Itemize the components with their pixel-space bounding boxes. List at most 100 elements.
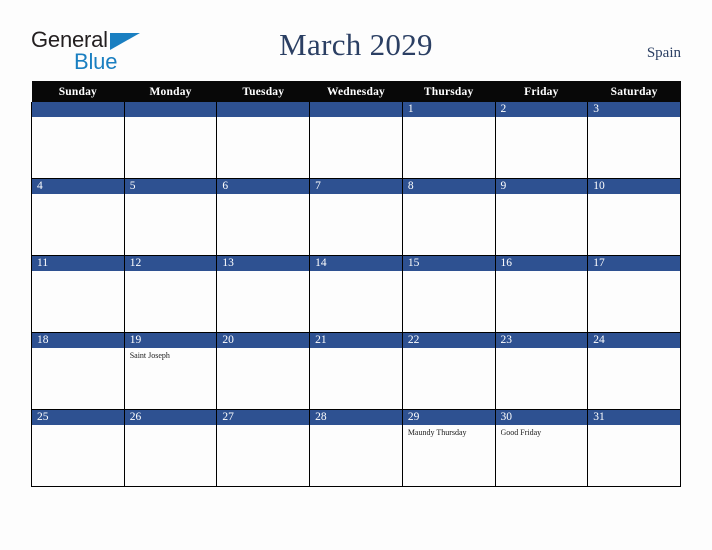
weekday-header-sunday: Sunday bbox=[31, 81, 125, 102]
day-number: 26 bbox=[124, 410, 217, 425]
day-number: 31 bbox=[588, 410, 680, 425]
calendar-day-cell[interactable]: 14 bbox=[309, 255, 403, 333]
day-number: 3 bbox=[588, 102, 680, 117]
day-number bbox=[32, 102, 124, 117]
day-number bbox=[124, 102, 217, 117]
calendar-day-cell[interactable]: 30 Good Friday bbox=[494, 409, 589, 487]
calendar-day-cell[interactable]: 24 bbox=[587, 332, 681, 410]
calendar-day-cell[interactable]: 11 bbox=[31, 255, 125, 333]
weekday-header-wednesday: Wednesday bbox=[309, 81, 403, 102]
country-label: Spain bbox=[646, 45, 681, 61]
day-number: 22 bbox=[402, 333, 495, 348]
day-events bbox=[588, 348, 680, 351]
day-number: 7 bbox=[310, 179, 402, 194]
day-events bbox=[403, 348, 495, 351]
calendar-day-cell[interactable]: 6 bbox=[216, 178, 311, 256]
holiday-label: Good Friday bbox=[500, 428, 542, 437]
calendar-day-cell[interactable]: 27 bbox=[216, 409, 311, 487]
day-events: Saint Joseph bbox=[125, 348, 217, 361]
calendar-day-cell[interactable]: 1 bbox=[401, 102, 496, 179]
day-number: 13 bbox=[217, 256, 310, 271]
page-header: General Blue March 2029 Spain bbox=[0, 0, 712, 81]
day-number: 25 bbox=[32, 410, 124, 425]
day-events: Maundy Thursday bbox=[403, 425, 495, 438]
day-number: 9 bbox=[495, 179, 588, 194]
day-events bbox=[496, 348, 588, 351]
day-events bbox=[32, 348, 124, 351]
calendar-day-cell[interactable]: 25 bbox=[31, 409, 125, 487]
day-events bbox=[32, 271, 124, 274]
weekday-header-thursday: Thursday bbox=[402, 81, 496, 102]
day-number: 20 bbox=[217, 333, 310, 348]
calendar-day-cell[interactable]: 19 Saint Joseph bbox=[123, 332, 218, 410]
calendar-day-cell[interactable]: 28 bbox=[309, 409, 403, 487]
calendar-day-cell[interactable]: 12 bbox=[123, 255, 218, 333]
day-number: 15 bbox=[402, 256, 495, 271]
calendar-day-cell[interactable]: 7 bbox=[309, 178, 403, 256]
day-number: 19 bbox=[124, 333, 217, 348]
weekday-header-monday: Monday bbox=[124, 81, 217, 102]
day-number: 30 bbox=[495, 410, 588, 425]
day-events bbox=[125, 117, 217, 120]
calendar-day-cell[interactable]: 31 bbox=[587, 409, 681, 487]
day-number: 11 bbox=[32, 256, 124, 271]
day-events bbox=[588, 271, 680, 274]
day-events bbox=[310, 348, 402, 351]
calendar-day-cell[interactable]: 4 bbox=[31, 178, 125, 256]
page-title: March 2029 bbox=[279, 27, 433, 62]
day-events bbox=[217, 117, 309, 120]
calendar-day-cell[interactable]: 21 bbox=[309, 332, 403, 410]
calendar-day-cell[interactable]: 5 bbox=[123, 178, 218, 256]
calendar-day-cell[interactable]: 9 bbox=[494, 178, 589, 256]
calendar-empty-cell[interactable] bbox=[123, 102, 218, 179]
calendar-day-cell[interactable]: 26 bbox=[123, 409, 218, 487]
day-events bbox=[32, 117, 124, 120]
calendar-week-row: 18 19 Saint Joseph 20 21 22 23 24 bbox=[31, 332, 681, 410]
day-events bbox=[217, 348, 309, 351]
day-number: 18 bbox=[32, 333, 124, 348]
calendar-day-cell[interactable]: 15 bbox=[401, 255, 496, 333]
day-events bbox=[496, 194, 588, 197]
day-number: 29 bbox=[402, 410, 495, 425]
day-number: 23 bbox=[495, 333, 588, 348]
day-number: 21 bbox=[310, 333, 402, 348]
day-events bbox=[403, 117, 495, 120]
calendar-day-cell[interactable]: 29 Maundy Thursday bbox=[401, 409, 496, 487]
calendar-empty-cell[interactable] bbox=[31, 102, 125, 179]
day-events: Good Friday bbox=[496, 425, 588, 438]
calendar-empty-cell[interactable] bbox=[216, 102, 311, 179]
calendar-day-cell[interactable]: 17 bbox=[587, 255, 681, 333]
weekday-header-saturday: Saturday bbox=[587, 81, 681, 102]
day-events bbox=[310, 194, 402, 197]
day-events bbox=[588, 117, 680, 120]
calendar-body: 1 2 3 4 5 6 7 8 9 10 11 12 13 14 15 16 17 18 19 Saint Josep… bbox=[31, 102, 681, 487]
calendar-week-row: 11 12 13 14 15 16 17 bbox=[31, 255, 681, 333]
day-events bbox=[403, 194, 495, 197]
day-number bbox=[217, 102, 310, 117]
day-number: 17 bbox=[588, 256, 680, 271]
calendar-day-cell[interactable]: 8 bbox=[401, 178, 496, 256]
day-events bbox=[496, 271, 588, 274]
calendar-day-cell[interactable]: 16 bbox=[494, 255, 589, 333]
calendar-day-cell[interactable]: 18 bbox=[31, 332, 125, 410]
calendar-day-cell[interactable]: 22 bbox=[401, 332, 496, 410]
weekday-header-tuesday: Tuesday bbox=[216, 81, 310, 102]
day-number bbox=[310, 102, 402, 117]
day-number: 14 bbox=[310, 256, 402, 271]
calendar-day-cell[interactable]: 23 bbox=[494, 332, 589, 410]
day-events bbox=[217, 425, 309, 428]
day-events bbox=[310, 271, 402, 274]
day-number: 28 bbox=[310, 410, 402, 425]
day-events bbox=[125, 271, 217, 274]
calendar-empty-cell[interactable] bbox=[309, 102, 403, 179]
calendar-week-row: 4 5 6 7 8 9 10 bbox=[31, 178, 681, 256]
calendar-day-cell[interactable]: 13 bbox=[216, 255, 311, 333]
calendar-day-cell[interactable]: 3 bbox=[587, 102, 681, 179]
day-number: 6 bbox=[217, 179, 310, 194]
day-number: 5 bbox=[124, 179, 217, 194]
calendar-grid: Sunday Monday Tuesday Wednesday Thursday… bbox=[31, 81, 681, 487]
day-events bbox=[125, 194, 217, 197]
calendar-day-cell[interactable]: 2 bbox=[494, 102, 589, 179]
calendar-day-cell[interactable]: 10 bbox=[587, 178, 681, 256]
calendar-day-cell[interactable]: 20 bbox=[216, 332, 311, 410]
